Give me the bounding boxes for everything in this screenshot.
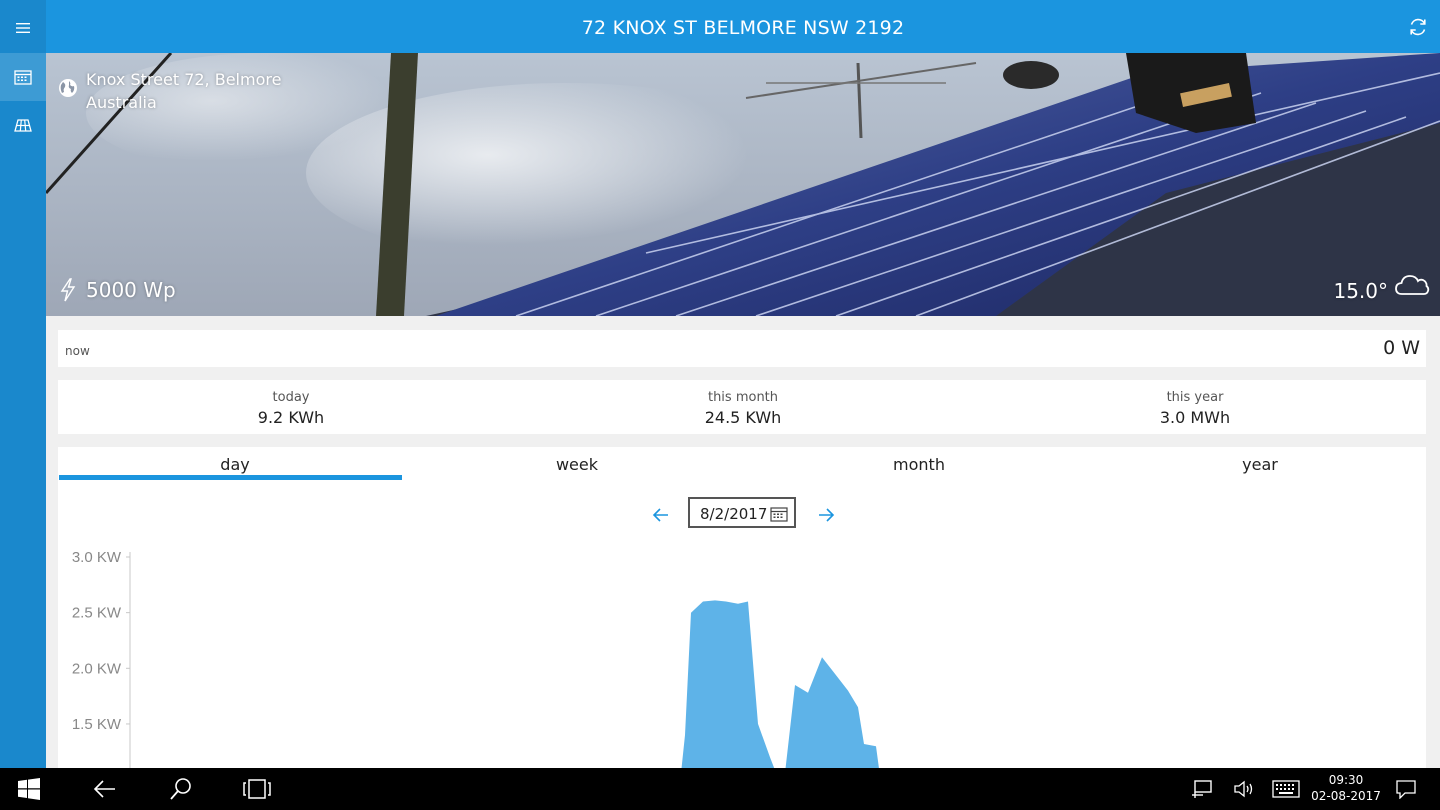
stat-this-year: this year 3.0 MWh — [967, 380, 1423, 427]
refresh-icon[interactable] — [1406, 15, 1430, 39]
system-clock[interactable]: 09:30 02-08-2017 — [1306, 772, 1386, 804]
speaker-icon — [1234, 780, 1253, 798]
energy-stats-card: today 9.2 KWh this month 24.5 KWh this y… — [58, 380, 1426, 434]
start-button[interactable] — [16, 776, 42, 802]
y-tick-label: 2.5 KW — [72, 605, 122, 622]
stat-this-month: this month 24.5 KWh — [515, 380, 971, 427]
stat-value: 24.5 KWh — [704, 408, 782, 427]
search-icon — [170, 778, 191, 800]
power-chart: 1.5 KW 2.0 KW 2.5 KW 3.0 KW — [72, 549, 879, 768]
calendar-icon — [14, 70, 32, 85]
search-button[interactable] — [168, 776, 194, 802]
app-header: 72 KNOX ST BELMORE NSW 2192 — [46, 0, 1440, 53]
sidebar-item-calendar[interactable] — [0, 53, 46, 101]
hamburger-menu-icon — [16, 23, 30, 33]
stat-value: 3.0 MWh — [1159, 408, 1231, 427]
site-location: Knox Street 72, Belmore Australia — [86, 68, 281, 114]
stat-label: this month — [707, 390, 779, 405]
y-tick-label: 1.5 KW — [72, 716, 122, 733]
windows-taskbar: 09:30 02-08-2017 — [0, 768, 1440, 810]
clock-date: 02-08-2017 — [1311, 789, 1381, 803]
hamburger-menu-button[interactable] — [0, 4, 46, 52]
sidebar — [0, 0, 46, 768]
volume-button[interactable] — [1232, 776, 1256, 802]
temperature: 15.0° — [1333, 279, 1388, 303]
task-view-button[interactable] — [243, 776, 271, 802]
action-center-button[interactable] — [1394, 776, 1418, 802]
touch-keyboard-button[interactable] — [1272, 776, 1300, 802]
stat-label: this year — [1166, 390, 1224, 405]
y-tick-label: 3.0 KW — [72, 549, 122, 566]
now-value: 0 W — [1383, 337, 1420, 359]
windows-logo-icon — [18, 778, 40, 800]
back-arrow-icon — [93, 780, 115, 798]
current-power-card: now 0 W — [58, 330, 1426, 367]
lightning-icon — [60, 278, 76, 302]
peak-power: 5000 Wp — [86, 278, 176, 302]
power-area-series — [681, 600, 879, 768]
solar-panel-icon — [14, 119, 32, 132]
now-label: now — [65, 344, 90, 358]
network-button[interactable] — [1190, 776, 1214, 802]
clock-time: 09:30 — [1328, 773, 1364, 787]
network-icon — [1192, 780, 1212, 798]
y-tick-label: 2.0 KW — [72, 660, 122, 677]
site-photo: Knox Street 72, Belmore Australia 5000 W… — [46, 53, 1440, 316]
notification-icon — [1396, 780, 1416, 799]
stat-value: 9.2 KWh — [257, 408, 325, 427]
production-chart-card: day week month year 8/2/2017 1.5 KW 2.0 K… — [58, 447, 1426, 768]
location-line2: Australia — [86, 93, 157, 112]
stat-label: today — [272, 390, 310, 405]
globe-icon — [59, 79, 77, 97]
stat-today: today 9.2 KWh — [63, 380, 519, 427]
cloud-icon — [1395, 275, 1430, 295]
sidebar-item-panels[interactable] — [0, 102, 46, 150]
keyboard-icon — [1272, 780, 1300, 798]
location-line1: Knox Street 72, Belmore — [86, 70, 282, 89]
back-button[interactable] — [92, 776, 118, 802]
page-title: 72 KNOX ST BELMORE NSW 2192 — [581, 17, 905, 39]
task-view-icon — [243, 779, 271, 799]
